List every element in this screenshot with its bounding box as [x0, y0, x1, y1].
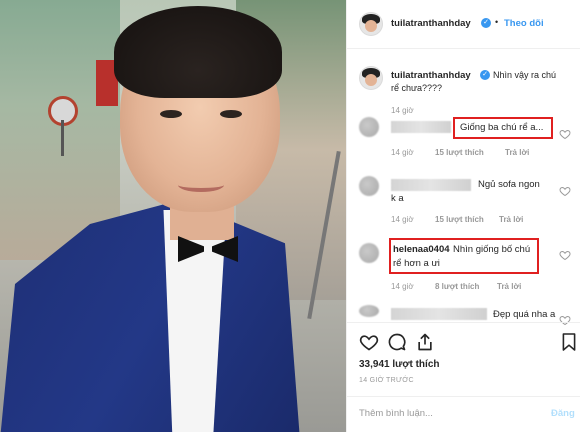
bookmark-icon[interactable]	[561, 332, 577, 352]
likes-count[interactable]: 33,941 lượt thích	[359, 359, 440, 370]
blurred-username[interactable]	[391, 121, 451, 133]
post-timestamp[interactable]: 14 GIỜ TRƯỚC	[359, 377, 414, 384]
comment-text-line2: rể hơn a ưi	[393, 258, 440, 269]
comment-avatar[interactable]	[359, 176, 379, 196]
comment-likes[interactable]: 15 lượt thích	[435, 215, 484, 224]
comment-time[interactable]: 14 giờ	[391, 215, 414, 224]
post-photo[interactable]	[0, 0, 346, 432]
reply-button[interactable]: Trả lời	[497, 282, 521, 291]
separator-dot: •	[495, 17, 499, 27]
photo-eye-right	[220, 110, 242, 118]
caption-time[interactable]: 14 giờ	[391, 106, 414, 115]
comment-avatar[interactable]	[359, 305, 379, 317]
comment-likes[interactable]: 8 lượt thích	[435, 282, 479, 291]
caption-text-line1: Nhìn vậy ra chú	[493, 70, 557, 80]
reply-button[interactable]: Trả lời	[499, 215, 523, 224]
photo-eye-left	[160, 110, 182, 118]
comment-time[interactable]: 14 giờ	[391, 282, 414, 291]
comment-text: Giống ba chú rể a...	[460, 122, 544, 133]
caption-text-line2: rể chưa????	[391, 83, 443, 93]
photo-fan-pole	[61, 120, 64, 156]
heart-icon[interactable]	[359, 332, 379, 352]
blurred-username[interactable]	[391, 179, 471, 191]
comment-username[interactable]: helenaa0404	[393, 244, 450, 255]
comment-icon[interactable]	[387, 332, 407, 352]
comment-text-line2: k a	[391, 193, 404, 204]
post-header: tuilatranthanhday ✓ • Theo dõi	[347, 0, 580, 49]
heart-icon[interactable]	[559, 185, 571, 197]
comment-text-line1: Nhìn giống bố chú	[453, 244, 531, 255]
photo-bow-tie	[178, 236, 238, 262]
avatar[interactable]	[359, 66, 383, 90]
comment-text-line1: Ngủ sofa ngon	[478, 179, 540, 190]
comment-input[interactable]: Thêm bình luận...	[359, 408, 433, 419]
comment-avatar[interactable]	[359, 243, 379, 263]
follow-button[interactable]: Theo dõi	[504, 18, 544, 29]
photo-hair	[114, 6, 282, 98]
caption-username[interactable]: tuilatranthanhday	[391, 70, 471, 81]
heart-icon[interactable]	[559, 314, 571, 326]
comment-form-divider	[347, 396, 580, 397]
heart-icon[interactable]	[559, 128, 571, 140]
comment-avatar[interactable]	[359, 117, 379, 137]
verified-icon: ✓	[481, 18, 491, 28]
post-comment-button[interactable]: Đăng	[551, 408, 575, 419]
actions-divider	[347, 322, 580, 323]
comment-time[interactable]: 14 giờ	[391, 148, 414, 157]
post-side-panel: tuilatranthanhday ✓ • Theo dõi tuilatran…	[346, 0, 580, 432]
header-username[interactable]: tuilatranthanhday	[391, 18, 471, 29]
reply-button[interactable]: Trả lời	[505, 148, 529, 157]
verified-icon: ✓	[480, 70, 490, 80]
blurred-username[interactable]	[391, 308, 487, 320]
heart-icon[interactable]	[559, 249, 571, 261]
comment-likes[interactable]: 15 lượt thích	[435, 148, 484, 157]
share-icon[interactable]	[415, 332, 435, 352]
avatar[interactable]	[359, 12, 383, 36]
comment-text: Đẹp quá nha a	[493, 309, 556, 320]
photo-mouth	[178, 178, 224, 192]
